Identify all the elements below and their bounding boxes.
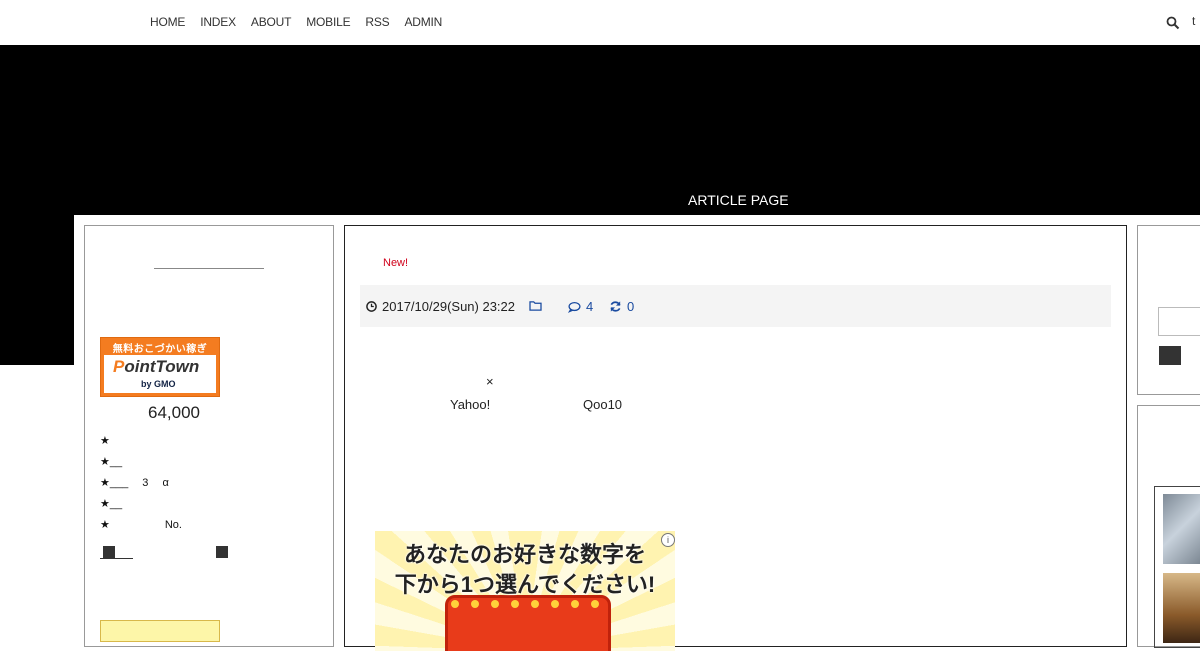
ad-banner[interactable]: あなたのお好きな数字を 下から1つ選んでください! i: [375, 531, 675, 651]
qoo10-text: Qoo10: [583, 397, 623, 412]
pointtown-banner-caption: 無料おこづかい稼ぎ: [112, 344, 208, 355]
nav-rss-link[interactable]: RSS: [365, 15, 389, 29]
hero-title: ARTICLE PAGE: [688, 192, 789, 208]
ad-headline-2: 下から1つ選んでください!: [394, 572, 656, 597]
right-search-button[interactable]: [1159, 346, 1181, 365]
nav-mobile-link[interactable]: MOBILE: [306, 15, 350, 29]
nav-admin-link[interactable]: ADMIN: [404, 15, 442, 29]
thumbnail-image[interactable]: [1163, 573, 1200, 643]
nav-index-link[interactable]: INDEX: [200, 15, 236, 29]
thumbnail-image[interactable]: [1163, 494, 1200, 564]
star-line: ★: [100, 435, 110, 447]
new-badge: New!: [383, 257, 409, 269]
search-icon[interactable]: [1166, 16, 1180, 30]
left-sidebar: 無料おこづかい稼ぎ PointTown by GMO 64,000 ★ ★__ …: [84, 225, 334, 647]
star-line: ★__: [100, 456, 123, 468]
comment-icon: [568, 301, 581, 313]
nav-extra-icon[interactable]: t: [1192, 14, 1195, 28]
article-main: New! 2017/10/29(Sun) 23:22 4 0 × Yahoo! …: [344, 225, 1127, 651]
yahoo-text: Yahoo!: [450, 397, 491, 412]
gmo-logo: by GMO: [141, 379, 176, 389]
hero-left-extension: [0, 215, 74, 365]
thumbnail-frame: [1154, 486, 1200, 648]
meta-trackbacks[interactable]: 0: [609, 299, 634, 314]
ad-headline-1: あなたのお好きな数字を: [403, 542, 646, 567]
refresh-icon: [610, 301, 621, 312]
sidebar-bottom-banner[interactable]: [100, 620, 220, 642]
nav-about-link[interactable]: ABOUT: [251, 15, 292, 29]
ad-light-bulbs: [451, 600, 599, 608]
folder-icon[interactable]: [529, 300, 542, 311]
square-marker: [216, 546, 228, 558]
cross-symbol: ×: [486, 374, 494, 389]
star-line: ★ No.: [100, 519, 182, 531]
nav-links: HOME INDEX ABOUT MOBILE RSS ADMIN: [150, 15, 442, 29]
article-meta-bar: 2017/10/29(Sun) 23:22 4 0: [360, 285, 1111, 327]
meta-comments[interactable]: 4: [568, 299, 593, 314]
right-search-input[interactable]: [1158, 307, 1200, 336]
right-sidebar-search-box: [1137, 225, 1200, 395]
post-date: 2017/10/29(Sun) 23:22: [382, 299, 515, 314]
star-list: ★ ★__ ★___ 3 α ★__ ★ No.: [100, 431, 182, 536]
meta-date: 2017/10/29(Sun) 23:22: [366, 299, 515, 314]
pointtown-logo-area: PointTown by GMO: [104, 355, 216, 393]
point-amount: 64,000: [148, 403, 200, 422]
ad-info-icon[interactable]: i: [661, 533, 675, 547]
top-navbar: HOME INDEX ABOUT MOBILE RSS ADMIN t: [0, 0, 1200, 45]
star-line: ★__: [100, 498, 123, 510]
trackback-count: 0: [627, 299, 635, 314]
pointtown-logo: PointTown: [113, 357, 200, 376]
hero-header: ARTICLE PAGE: [0, 45, 1200, 215]
clock-icon: [366, 301, 377, 312]
right-sidebar-images-box: [1137, 405, 1200, 648]
pointtown-banner[interactable]: 無料おこづかい稼ぎ PointTown by GMO: [100, 337, 220, 397]
square-marker: [103, 546, 115, 558]
sidebar-divider: [154, 268, 264, 269]
square-marker-row: [100, 545, 240, 561]
marker-underline: [100, 558, 133, 559]
star-line: ★___ 3 α: [100, 477, 169, 489]
nav-home-link[interactable]: HOME: [150, 15, 185, 29]
comment-count: 4: [586, 299, 594, 314]
